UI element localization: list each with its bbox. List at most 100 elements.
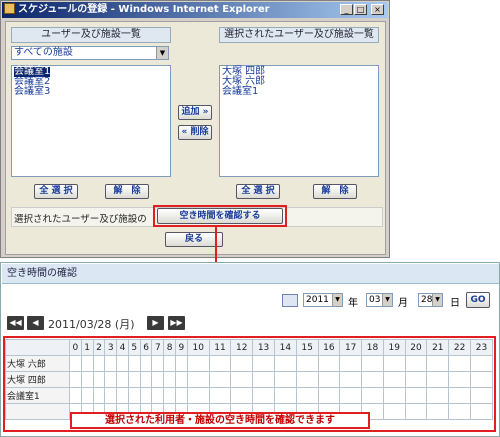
left-select-all-button[interactable]: 全 選 択 (34, 184, 78, 199)
time-slot-cell[interactable] (163, 355, 177, 372)
time-slot-cell[interactable] (317, 355, 341, 372)
time-slot-cell[interactable] (80, 387, 94, 404)
month-select[interactable]: 03 ▼ (366, 293, 393, 307)
time-slot-cell[interactable] (295, 371, 319, 388)
maximize-button[interactable]: □ (354, 4, 367, 15)
time-slot-cell[interactable] (92, 355, 106, 372)
time-slot-cell[interactable] (295, 387, 319, 404)
time-slot-cell[interactable] (469, 371, 494, 388)
time-slot-cell[interactable] (163, 387, 177, 404)
time-slot-cell[interactable] (295, 355, 319, 372)
time-slot-cell[interactable] (104, 355, 118, 372)
time-slot-cell[interactable] (163, 371, 177, 388)
prev-day-button[interactable]: ◀ (27, 316, 44, 330)
time-slot-cell[interactable] (208, 371, 232, 388)
next-day-button[interactable]: ▶ (147, 316, 164, 330)
time-slot-cell[interactable] (469, 403, 494, 420)
time-slot-cell[interactable] (382, 403, 406, 420)
time-slot-cell[interactable] (208, 387, 232, 404)
time-slot-cell[interactable] (230, 371, 254, 388)
time-slot-cell[interactable] (151, 355, 165, 372)
time-slot-cell[interactable] (175, 371, 188, 388)
list-item[interactable]: 会議室3 (14, 87, 168, 97)
time-slot-cell[interactable] (116, 371, 129, 388)
time-slot-cell[interactable] (448, 371, 471, 388)
time-slot-cell[interactable] (92, 387, 106, 404)
calendar-icon[interactable] (282, 294, 298, 307)
time-slot-cell[interactable] (80, 355, 94, 372)
time-slot-cell[interactable] (382, 371, 406, 388)
time-slot-cell[interactable] (252, 387, 275, 404)
time-slot-cell[interactable] (186, 371, 210, 388)
time-slot-cell[interactable] (426, 371, 450, 388)
time-slot-cell[interactable] (186, 387, 210, 404)
time-slot-cell[interactable] (104, 387, 118, 404)
time-slot-cell[interactable] (361, 387, 384, 404)
time-slot-cell[interactable] (339, 387, 363, 404)
time-slot-cell[interactable] (80, 371, 94, 388)
time-slot-cell[interactable] (469, 355, 494, 372)
time-slot-cell[interactable] (186, 355, 210, 372)
time-slot-cell[interactable] (448, 403, 471, 420)
time-slot-cell[interactable] (127, 371, 141, 388)
time-slot-cell[interactable] (208, 355, 232, 372)
time-slot-cell[interactable] (404, 387, 428, 404)
check-availability-button[interactable]: 空き時間を確認する (157, 208, 283, 224)
time-slot-cell[interactable] (317, 387, 341, 404)
time-slot-cell[interactable] (404, 371, 428, 388)
time-slot-cell[interactable] (139, 371, 153, 388)
time-slot-cell[interactable] (127, 387, 141, 404)
time-slot-cell[interactable] (317, 371, 341, 388)
close-button[interactable]: × (371, 4, 384, 15)
time-slot-cell[interactable] (469, 387, 494, 404)
year-select[interactable]: 2011 ▼ (303, 293, 343, 307)
user-facility-listbox[interactable]: 会議室1 会議室2 会議室3 (11, 65, 171, 177)
time-slot-cell[interactable] (273, 355, 297, 372)
minimize-button[interactable]: _ (340, 4, 353, 15)
last-day-button[interactable]: ▶▶ (168, 316, 185, 330)
time-slot-cell[interactable] (139, 387, 153, 404)
time-slot-cell[interactable] (448, 387, 471, 404)
time-slot-cell[interactable] (448, 355, 471, 372)
time-slot-cell[interactable] (339, 355, 363, 372)
time-slot-cell[interactable] (175, 387, 188, 404)
time-slot-cell[interactable] (116, 387, 129, 404)
time-slot-cell[interactable] (339, 371, 363, 388)
remove-button[interactable]: « 削除 (178, 125, 212, 140)
facility-filter-select[interactable]: すべての施設 ▼ (11, 46, 169, 60)
add-button[interactable]: 追加 » (178, 105, 212, 120)
time-slot-cell[interactable] (426, 403, 450, 420)
time-slot-cell[interactable] (69, 355, 82, 372)
first-day-button[interactable]: ◀◀ (7, 316, 24, 330)
time-slot-cell[interactable] (252, 355, 275, 372)
time-slot-cell[interactable] (69, 387, 82, 404)
time-slot-cell[interactable] (116, 355, 129, 372)
right-deselect-button[interactable]: 解 除 (313, 184, 357, 199)
time-slot-cell[interactable] (361, 355, 384, 372)
time-slot-cell[interactable] (404, 355, 428, 372)
selected-listbox[interactable]: 大塚 四郎 大塚 六郎 会議室1 (219, 65, 379, 177)
left-deselect-button[interactable]: 解 除 (105, 184, 149, 199)
right-select-all-button[interactable]: 全 選 択 (236, 184, 280, 199)
time-slot-cell[interactable] (104, 371, 118, 388)
time-slot-cell[interactable] (151, 387, 165, 404)
time-slot-cell[interactable] (404, 403, 428, 420)
time-slot-cell[interactable] (252, 371, 275, 388)
time-slot-cell[interactable] (139, 355, 153, 372)
list-item[interactable]: 会議室1 (222, 87, 376, 97)
time-slot-cell[interactable] (382, 387, 406, 404)
time-slot-cell[interactable] (426, 355, 450, 372)
time-slot-cell[interactable] (127, 355, 141, 372)
time-slot-cell[interactable] (230, 387, 254, 404)
time-slot-cell[interactable] (273, 387, 297, 404)
day-select[interactable]: 28 ▼ (418, 293, 443, 307)
time-slot-cell[interactable] (175, 355, 188, 372)
time-slot-cell[interactable] (92, 371, 106, 388)
time-slot-cell[interactable] (382, 355, 406, 372)
time-slot-cell[interactable] (69, 371, 82, 388)
time-slot-cell[interactable] (426, 387, 450, 404)
time-slot-cell[interactable] (230, 355, 254, 372)
time-slot-cell[interactable] (361, 371, 384, 388)
time-slot-cell[interactable] (151, 371, 165, 388)
go-button[interactable]: GO (466, 292, 490, 308)
